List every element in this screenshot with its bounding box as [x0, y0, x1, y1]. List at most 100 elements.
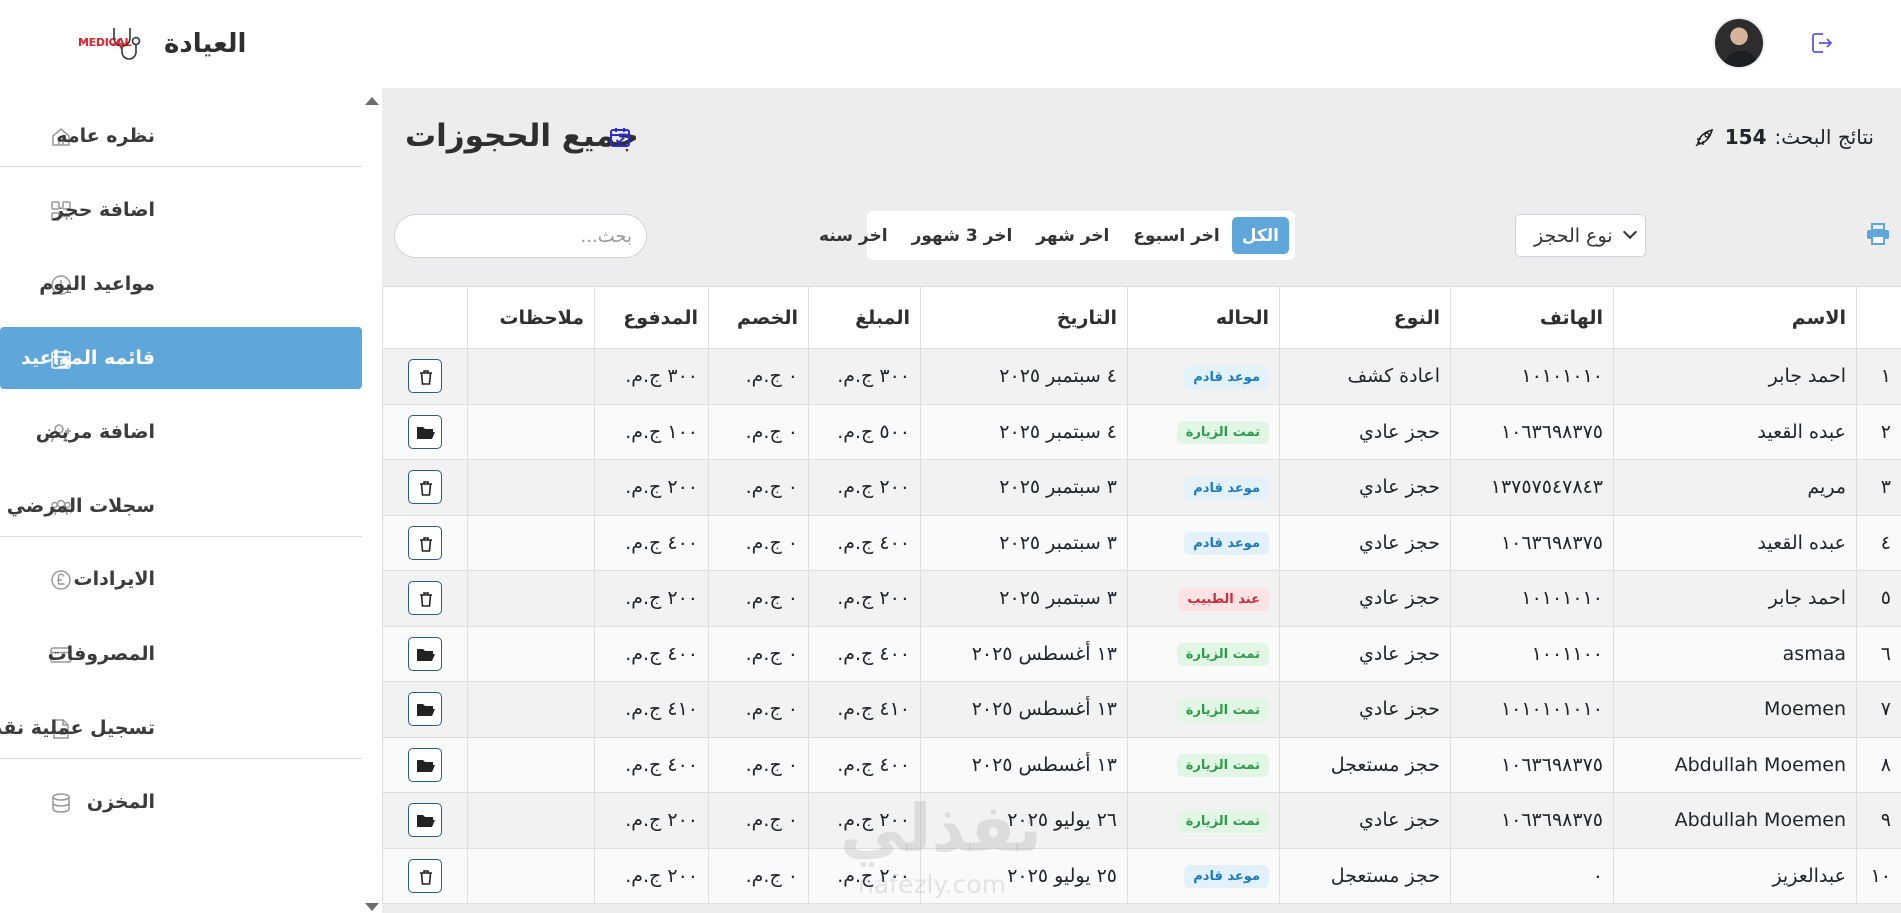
- user-avatar[interactable]: [1713, 17, 1765, 69]
- cell-actions: [382, 847, 468, 904]
- logout-icon[interactable]: [1806, 29, 1834, 57]
- delete-button[interactable]: [408, 581, 442, 616]
- open-file-button[interactable]: [408, 414, 442, 449]
- sidebar-item-label: سجلات المرضي: [6, 495, 155, 517]
- open-file-button[interactable]: [408, 747, 442, 782]
- cell-status: تمت الزيارة: [1127, 403, 1280, 460]
- status-badge: موعد قادم: [1184, 865, 1269, 889]
- col-amount: المبلغ: [808, 286, 921, 349]
- cell-notes: [467, 514, 595, 571]
- trash-icon: [420, 481, 432, 497]
- cell-notes: [467, 570, 595, 627]
- table-row: ٩ Abdullah Moemen ١٠٦٣٦٩٨٣٧٥ حجز عادي تمت ال…: [382, 792, 1901, 849]
- sidebar-item-expenses[interactable]: المصروفات: [0, 623, 362, 685]
- status-badge: موعد قادم: [1184, 532, 1269, 556]
- sidebar-item-revenues[interactable]: الايرادات: [0, 548, 362, 610]
- booking-type-value: نوع الحجز: [1534, 224, 1613, 247]
- cell-type: حجز عادي: [1279, 459, 1451, 516]
- sidebar-item-add-patient[interactable]: اضافة مريض: [0, 401, 362, 463]
- cell-phone: ١٠١٠١٠١٠١٠: [1450, 681, 1614, 738]
- sidebar-scrollbar[interactable]: [364, 93, 379, 911]
- folder-open-icon: [417, 815, 435, 828]
- results-label: نتائج البحث:: [1774, 125, 1874, 149]
- folder-open-icon: [417, 648, 435, 661]
- cell-actions: [382, 681, 468, 738]
- sidebar-item-label: اضافة مريض: [35, 421, 155, 443]
- sidebar-divider: [0, 758, 362, 759]
- open-file-button[interactable]: [408, 636, 442, 671]
- sidebar-item-patient-records[interactable]: سجلات المرضي: [0, 475, 362, 537]
- chevron-down-icon: [1622, 224, 1638, 240]
- cell-actions: [382, 625, 468, 682]
- status-badge: تمت الزيارة: [1176, 421, 1269, 445]
- delete-button[interactable]: [408, 470, 442, 505]
- cell-notes: [467, 847, 595, 904]
- cell-name: عبده القعيد: [1613, 403, 1857, 460]
- cell-discount: ٠ ج.م.: [708, 514, 809, 571]
- filter-last-year[interactable]: اخر سنه: [807, 217, 900, 254]
- cell-date: ١٣ أغسطس ٢٠٢٥: [920, 736, 1128, 793]
- filter-all[interactable]: الكل: [1231, 217, 1289, 254]
- col-actions: [382, 286, 468, 349]
- cell-notes: [467, 459, 595, 516]
- sidebar-item-appointments-list[interactable]: قائمه المواعيد: [0, 327, 362, 389]
- cell-status: تمت الزيارة: [1127, 681, 1280, 738]
- table-header-row: الاسم الهاتف النوع الحاله التاريخ المبلغ…: [382, 286, 1901, 349]
- row-index: ٧: [1856, 681, 1901, 738]
- cell-actions: [382, 403, 468, 460]
- cell-date: ١٣ أغسطس ٢٠٢٥: [920, 625, 1128, 682]
- cell-paid: ٣٠٠ ج.م.: [594, 348, 709, 405]
- cell-name: احمد جابر: [1613, 348, 1857, 405]
- sidebar-item-overview[interactable]: نظره عامه: [0, 105, 362, 167]
- sidebar-item-label: تسجيل عملية نقديه: [0, 717, 155, 739]
- filter-last-month[interactable]: اخر شهر: [1024, 217, 1121, 254]
- col-type: النوع: [1279, 286, 1451, 349]
- sidebar-item-label: مواعيد اليوم: [39, 273, 155, 295]
- trash-icon: [420, 592, 432, 608]
- cell-amount: ٢٠٠ ج.م.: [808, 570, 921, 627]
- search-input[interactable]: [394, 214, 647, 258]
- open-file-button[interactable]: [408, 803, 442, 838]
- brand[interactable]: MEDICAL العيادة: [78, 22, 246, 66]
- col-name: الاسم: [1613, 286, 1857, 349]
- cell-type: حجز مستعجل: [1279, 736, 1451, 793]
- col-discount: الخصم: [708, 286, 809, 349]
- row-index: ٨: [1856, 736, 1901, 793]
- cell-paid: ٢٠٠ ج.م.: [594, 847, 709, 904]
- cell-status: تمت الزيارة: [1127, 792, 1280, 849]
- cell-amount: ٤٠٠ ج.م.: [808, 625, 921, 682]
- cell-paid: ٢٠٠ ج.م.: [594, 459, 709, 516]
- filter-last-3-months[interactable]: اخر 3 شهور: [900, 217, 1025, 254]
- delete-button[interactable]: [408, 359, 442, 394]
- sidebar-item-today-appointments[interactable]: مواعيد اليوم: [0, 253, 362, 315]
- cell-type: حجز عادي: [1279, 681, 1451, 738]
- sidebar-item-inventory[interactable]: المخزن: [0, 771, 362, 833]
- cell-phone: ١٠٦٣٦٩٨٣٧٥: [1450, 736, 1614, 793]
- trash-icon: [420, 536, 432, 552]
- cell-discount: ٠ ج.م.: [708, 792, 809, 849]
- stethoscope-icon: [110, 28, 141, 60]
- cell-paid: ٢٠٠ ج.م.: [594, 792, 709, 849]
- table-row: ٨ Abdullah Moemen ١٠٦٣٦٩٨٣٧٥ حجز مستعجل تمت …: [382, 736, 1901, 793]
- delete-button[interactable]: [408, 525, 442, 560]
- cell-date: ٣ سبتمبر ٢٠٢٥: [920, 459, 1128, 516]
- cell-amount: ٤٠٠ ج.م.: [808, 514, 921, 571]
- print-icon[interactable]: [1866, 223, 1890, 245]
- col-date: التاريخ: [920, 286, 1128, 349]
- table-row: ٦ asmaa ١٠٠١١٠٠ حجز عادي تمت الزيارة ١٣ أغسطس…: [382, 625, 1901, 682]
- sidebar-item-cash-operation[interactable]: تسجيل عملية نقديه: [0, 697, 362, 759]
- sidebar-item-label: نظره عامه: [56, 125, 155, 147]
- filter-last-week[interactable]: اخر اسبوع: [1121, 217, 1231, 254]
- status-badge: تمت الزيارة: [1176, 643, 1269, 667]
- booking-type-select[interactable]: نوع الحجز: [1515, 214, 1646, 257]
- delete-button[interactable]: [408, 858, 442, 893]
- table-row: ٢ عبده القعيد ١٠٦٣٦٩٨٣٧٥ حجز عادي تمت الزيار…: [382, 403, 1901, 460]
- cell-status: تمت الزيارة: [1127, 625, 1280, 682]
- cell-phone: ١٠٦٣٦٩٨٣٧٥: [1450, 514, 1614, 571]
- cell-type: حجز عادي: [1279, 403, 1451, 460]
- sidebar-item-add-booking[interactable]: اضافة حجز: [0, 179, 362, 241]
- open-file-button[interactable]: [408, 692, 442, 727]
- brand-name: العيادة: [164, 29, 247, 59]
- cell-date: ٤ سبتمبر ٢٠٢٥: [920, 348, 1128, 405]
- cell-amount: ٥٠٠ ج.م.: [808, 403, 921, 460]
